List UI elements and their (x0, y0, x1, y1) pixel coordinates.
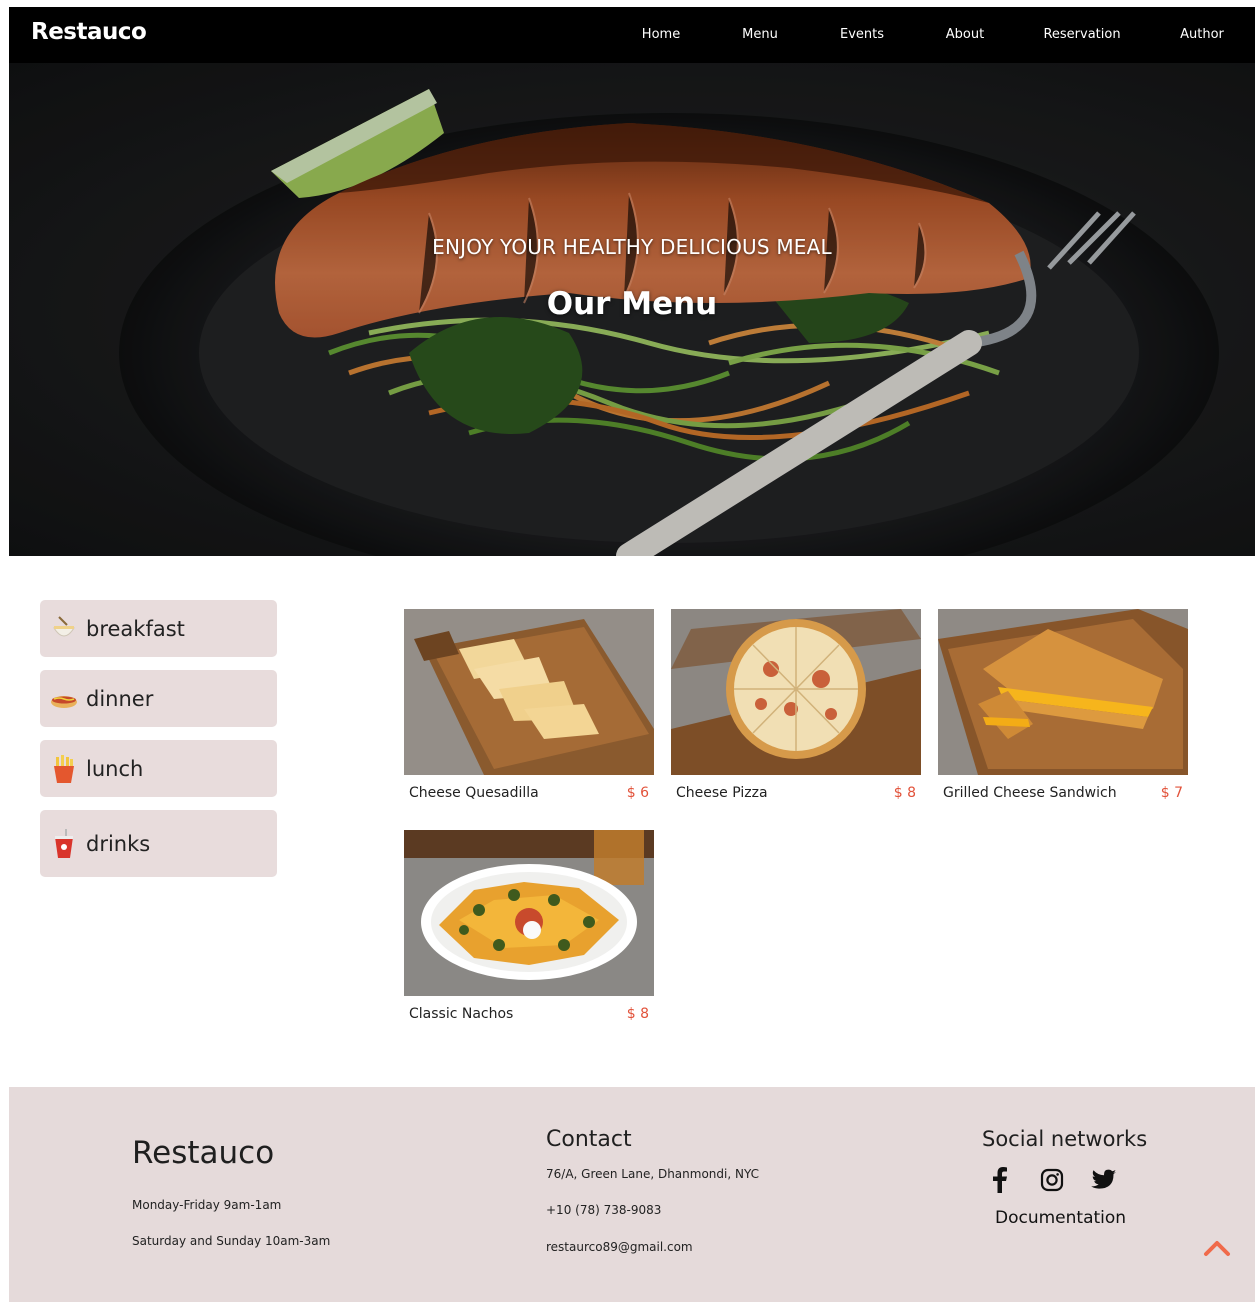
nav-author[interactable]: Author (1149, 7, 1255, 63)
contact-address: 76/A, Green Lane, Dhanmondi, NYC (546, 1167, 760, 1181)
menu-item-price: $ 8 (893, 785, 916, 801)
menu-card[interactable]: Cheese Pizza $ 8 (671, 609, 921, 801)
menu-item-name: Cheese Quesadilla (409, 785, 539, 801)
hours-weekend: Saturday and Sunday 10am-3am (132, 1234, 331, 1248)
brand-logo[interactable]: Restauco (31, 19, 147, 45)
contact-email[interactable]: restaurco89@gmail.com (546, 1240, 693, 1254)
footer-brand: Restauco (132, 1135, 275, 1171)
contact-title: Contact (546, 1127, 632, 1152)
social-title: Social networks (982, 1127, 1148, 1151)
facebook-icon[interactable] (987, 1167, 1013, 1193)
hours-weekdays: Monday-Friday 9am-1am (132, 1198, 282, 1212)
twitter-icon[interactable] (1091, 1167, 1117, 1193)
menu-item-name: Cheese Pizza (676, 785, 768, 801)
nav-about[interactable]: About (915, 7, 1015, 63)
menu-item-price: $ 8 (626, 1006, 649, 1022)
hero-title: Our Menu (546, 286, 718, 322)
nachos-image (404, 830, 654, 996)
menu-card[interactable]: Cheese Quesadilla $ 6 (404, 609, 654, 801)
menu-card[interactable]: Classic Nachos $ 8 (404, 830, 654, 1022)
drink-cup-icon (50, 828, 78, 859)
grilled-cheese-image (938, 609, 1188, 775)
hero-banner: ENJOY YOUR HEALTHY DELICIOUS MEAL Our Me… (9, 63, 1255, 556)
nav-events[interactable]: Events (809, 7, 915, 63)
menu-item-price: $ 6 (626, 785, 649, 801)
nav-home[interactable]: Home (611, 7, 711, 63)
footer: Restauco Monday-Friday 9am-1am Saturday … (9, 1087, 1255, 1302)
category-lunch[interactable]: lunch (40, 740, 277, 797)
quesadilla-image (404, 609, 654, 775)
instagram-icon[interactable] (1039, 1167, 1065, 1193)
navbar: Restauco Home Menu Events About Reservat… (9, 7, 1255, 63)
category-list: breakfast dinner lunch drinks (40, 600, 277, 890)
menu-item-price: $ 7 (1160, 785, 1183, 801)
scroll-to-top-icon[interactable] (1203, 1238, 1231, 1258)
nav-reservation[interactable]: Reservation (1015, 7, 1149, 63)
category-dinner[interactable]: dinner (40, 670, 277, 727)
category-drinks[interactable]: drinks (40, 810, 277, 877)
nav-menu[interactable]: Menu (711, 7, 809, 63)
contact-phone[interactable]: +10 (78) 738-9083 (546, 1203, 661, 1217)
hotdog-icon (50, 684, 78, 714)
category-breakfast[interactable]: breakfast (40, 600, 277, 657)
documentation-link[interactable]: Documentation (995, 1208, 1126, 1228)
category-label: lunch (86, 756, 144, 781)
breakfast-bowl-icon (50, 614, 78, 644)
fries-icon (50, 754, 78, 784)
menu-card[interactable]: Grilled Cheese Sandwich $ 7 (938, 609, 1188, 801)
nav-links: Home Menu Events About Reservation Autho… (611, 7, 1255, 63)
menu-item-name: Classic Nachos (409, 1006, 514, 1022)
page: Restauco Home Menu Events About Reservat… (9, 7, 1255, 1302)
category-label: dinner (86, 686, 154, 711)
category-label: drinks (86, 831, 151, 856)
hero-subtitle: ENJOY YOUR HEALTHY DELICIOUS MEAL (432, 235, 832, 259)
pizza-image (671, 609, 921, 775)
menu-item-name: Grilled Cheese Sandwich (943, 785, 1117, 801)
category-label: breakfast (86, 616, 185, 641)
social-icons (987, 1167, 1117, 1193)
